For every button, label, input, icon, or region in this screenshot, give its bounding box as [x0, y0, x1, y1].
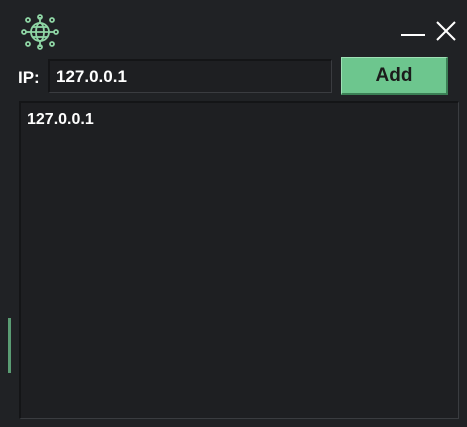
ip-input[interactable] — [48, 59, 332, 93]
close-icon — [436, 21, 456, 41]
add-button[interactable]: Add — [341, 57, 448, 95]
window-edge-indicator — [8, 318, 11, 373]
globe-network-icon — [20, 14, 60, 50]
list-item[interactable]: 127.0.0.1 — [27, 111, 458, 133]
title-bar[interactable] — [0, 0, 467, 52]
ip-list[interactable]: 127.0.0.1 — [19, 101, 459, 419]
close-button[interactable] — [431, 16, 461, 46]
app-window: IP: Add 127.0.0.1 — [0, 0, 467, 427]
ip-entry-row: IP: Add — [0, 52, 467, 98]
minimize-button[interactable] — [398, 16, 428, 46]
ip-label: IP: — [18, 68, 40, 87]
minimize-icon — [401, 34, 425, 36]
